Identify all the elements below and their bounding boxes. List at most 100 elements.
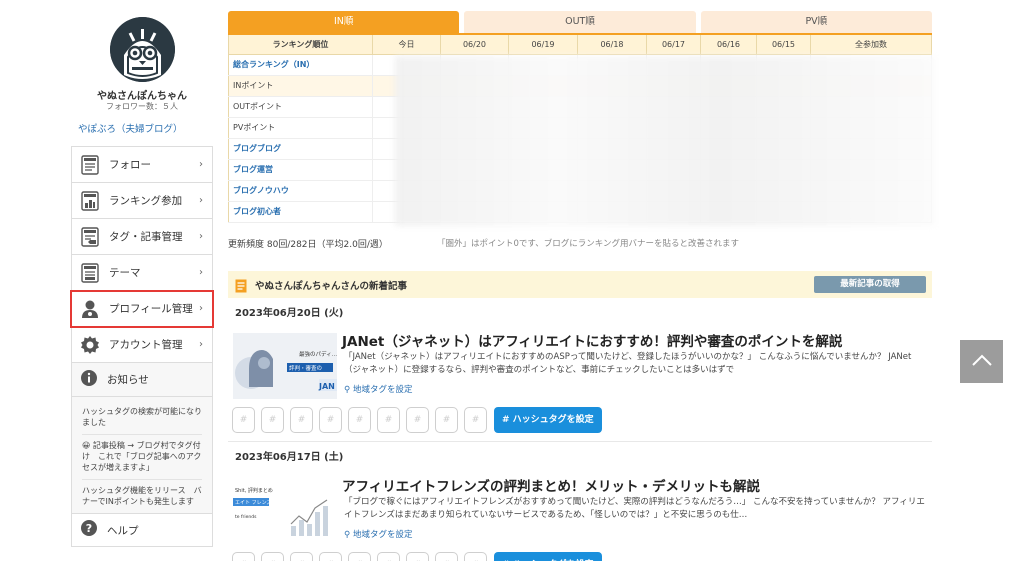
column-header: 今日 xyxy=(372,34,441,55)
row-label: PVポイント xyxy=(228,117,373,139)
svg-text:JAN: JAN xyxy=(318,382,335,391)
document-icon xyxy=(235,278,247,292)
hashtag-slot[interactable]: # xyxy=(377,407,400,433)
sidebar-item-label: ランキング参加 xyxy=(109,195,183,207)
notices-title: お知らせ xyxy=(107,374,149,386)
tab-pv[interactable]: PV順 xyxy=(700,11,932,33)
svg-text:Shit, 評判まとめ: Shit, 評判まとめ xyxy=(235,487,273,494)
sidebar-item-theme[interactable]: テーマ › xyxy=(71,255,213,291)
scroll-to-top-button[interactable] xyxy=(960,340,1003,383)
article-date: 2023年06月20日 (火) xyxy=(235,308,344,319)
hashtag-slot[interactable]: # xyxy=(232,552,255,561)
blog-link[interactable]: やぽぶろ（夫婦ブログ） xyxy=(78,121,183,135)
articles-header: やぬさんぽんちゃんさんの新着記事 最新記事の取得 xyxy=(228,271,932,298)
notices-header: お知らせ xyxy=(71,363,213,397)
notice-entry[interactable]: ハッシュタグの検索が可能になりました xyxy=(82,401,202,435)
hashtag-slot[interactable]: # xyxy=(348,407,371,433)
set-hashtag-button[interactable]: # ハッシュタグを設定 xyxy=(494,407,602,433)
hashtag-slot[interactable]: # xyxy=(261,552,284,561)
notices-list: ハッシュタグの検索が可能になりました 😀 記事投稿 → ブログ村でタグ付け これ… xyxy=(71,397,213,513)
chevron-right-icon: › xyxy=(199,267,203,278)
row-label[interactable]: 総合ランキング（IN） xyxy=(228,54,373,76)
divider xyxy=(228,441,932,442)
hashtag-slot[interactable]: # xyxy=(464,552,487,561)
gear-icon xyxy=(80,334,100,356)
hashtag-slot[interactable]: # xyxy=(319,407,342,433)
update-frequency: 更新頻度 80回/282日（平均2.0回/週） xyxy=(228,240,388,250)
article-thumbnail[interactable]: 最強のパディ… 評判・審査の JAN xyxy=(233,333,337,399)
hashtag-slot[interactable]: # xyxy=(435,552,458,561)
svg-text:te friends: te friends xyxy=(235,514,257,520)
column-header: 06/20 xyxy=(440,34,509,55)
sidebar-item-account[interactable]: アカウント管理 › xyxy=(71,327,213,363)
tab-out[interactable]: OUT順 xyxy=(464,11,696,33)
avatar[interactable] xyxy=(110,17,175,82)
main-content: IN順 OUT順 PV順 ランキング順位 今日 06/20 06/19 06/1… xyxy=(228,11,935,561)
user-name: やぬさんぽんちゃん xyxy=(97,91,187,102)
hashtag-slot[interactable]: # xyxy=(348,552,371,561)
chevron-up-icon xyxy=(971,352,993,371)
sidebar-item-label: テーマ xyxy=(109,267,141,279)
hashtag-slot[interactable]: # xyxy=(319,552,342,561)
chevron-right-icon: › xyxy=(199,303,203,314)
row-label: INポイント xyxy=(228,75,373,97)
row-label[interactable]: ブログ初心者 xyxy=(228,201,373,223)
hashtag-slot[interactable]: # xyxy=(377,552,400,561)
column-header: 06/19 xyxy=(508,34,578,55)
row-label[interactable]: ブログ運営 xyxy=(228,159,373,181)
hashtag-slot[interactable]: # xyxy=(290,407,313,433)
article-title[interactable]: JANet（ジャネット）はアフィリエイトにおすすめ！評判や審査のポイントを解説 xyxy=(342,330,842,350)
ranking-icon xyxy=(80,190,100,212)
sidebar-item-label: プロフィール管理 xyxy=(109,303,193,315)
svg-text:最強のパディ…: 最強のパディ… xyxy=(299,350,337,358)
sidebar-menu: フォロー › ランキング参加 › タグ・記事管理 › テーマ › プロフィール管… xyxy=(70,146,214,547)
sidebar-item-label: ヘルプ xyxy=(107,524,139,537)
hashtag-row: # # # # # # # # # # ハッシュタグを設定 xyxy=(232,407,602,433)
area-tag-link[interactable]: ⚲ 地域タグを設定 xyxy=(344,383,412,395)
hashtag-slot[interactable]: # xyxy=(464,407,487,433)
column-header: ランキング順位 xyxy=(228,34,373,55)
theme-icon xyxy=(80,262,100,284)
notice-entry[interactable]: ハッシュタグ機能をリリース バナーでINポイントも発生します xyxy=(82,480,202,513)
chevron-right-icon: › xyxy=(199,231,203,242)
hashtag-slot[interactable]: # xyxy=(261,407,284,433)
articles-title: やぬさんぽんちゃんさんの新着記事 xyxy=(255,280,408,292)
svg-text:エイト フレンズ: エイト フレンズ xyxy=(235,499,272,506)
hashtag-slot[interactable]: # xyxy=(290,552,313,561)
hashtag-slot[interactable]: # xyxy=(435,407,458,433)
sidebar-item-profile[interactable]: プロフィール管理 › xyxy=(70,290,214,328)
hashtag-slot[interactable]: # xyxy=(232,407,255,433)
sidebar-item-label: タグ・記事管理 xyxy=(109,231,183,243)
set-hashtag-button[interactable]: # ハッシュタグを設定 xyxy=(494,552,602,561)
chevron-right-icon: › xyxy=(199,195,203,206)
notice-entry[interactable]: 😀 記事投稿 → ブログ村でタグ付け これで「ブログ記事へのアクセスが増えますよ… xyxy=(82,435,202,480)
row-label[interactable]: ブログノウハウ xyxy=(228,180,373,202)
sidebar-item-help[interactable]: ? ヘルプ xyxy=(71,513,213,547)
sidebar-item-label: アカウント管理 xyxy=(109,339,183,351)
location-pin-icon: ⚲ xyxy=(344,385,351,395)
row-label: OUTポイント xyxy=(228,96,373,118)
column-header: 06/15 xyxy=(756,34,811,55)
row-label[interactable]: ブログブログ xyxy=(228,138,373,160)
hashtag-slot[interactable]: # xyxy=(406,407,429,433)
article-thumbnail[interactable]: Shit, 評判まとめ エイト フレンズ te friends xyxy=(233,478,337,544)
sidebar-item-ranking[interactable]: ランキング参加 › xyxy=(71,183,213,219)
sidebar-item-label: フォロー xyxy=(109,159,151,171)
sidebar-item-follow[interactable]: フォロー › xyxy=(71,147,213,183)
tab-in[interactable]: IN順 xyxy=(228,11,460,33)
owl-avatar-icon xyxy=(110,17,175,82)
tag-icon xyxy=(80,226,100,248)
follower-count: フォロワー数：５人 xyxy=(106,102,178,111)
profile-icon xyxy=(80,298,100,320)
area-tag-link[interactable]: ⚲ 地域タグを設定 xyxy=(344,528,412,540)
area-tag-label: 地域タグを設定 xyxy=(352,530,413,540)
hashtag-row: # # # # # # # # # # ハッシュタグを設定 xyxy=(232,552,602,561)
chevron-right-icon: › xyxy=(199,339,203,350)
sidebar: やぬさんぽんちゃん フォロワー数：５人 やぽぶろ（夫婦ブログ） フォロー › ラ… xyxy=(70,10,214,561)
article-title[interactable]: アフィリエイトフレンズの評判まとめ！メリット・デメリットも解説 xyxy=(342,475,760,495)
area-tag-label: 地域タグを設定 xyxy=(352,385,413,395)
fetch-latest-button[interactable]: 最新記事の取得 xyxy=(814,276,926,293)
sidebar-item-tag[interactable]: タグ・記事管理 › xyxy=(71,219,213,255)
hashtag-slot[interactable]: # xyxy=(406,552,429,561)
svg-text:評判・審査の: 評判・審査の xyxy=(289,364,322,372)
